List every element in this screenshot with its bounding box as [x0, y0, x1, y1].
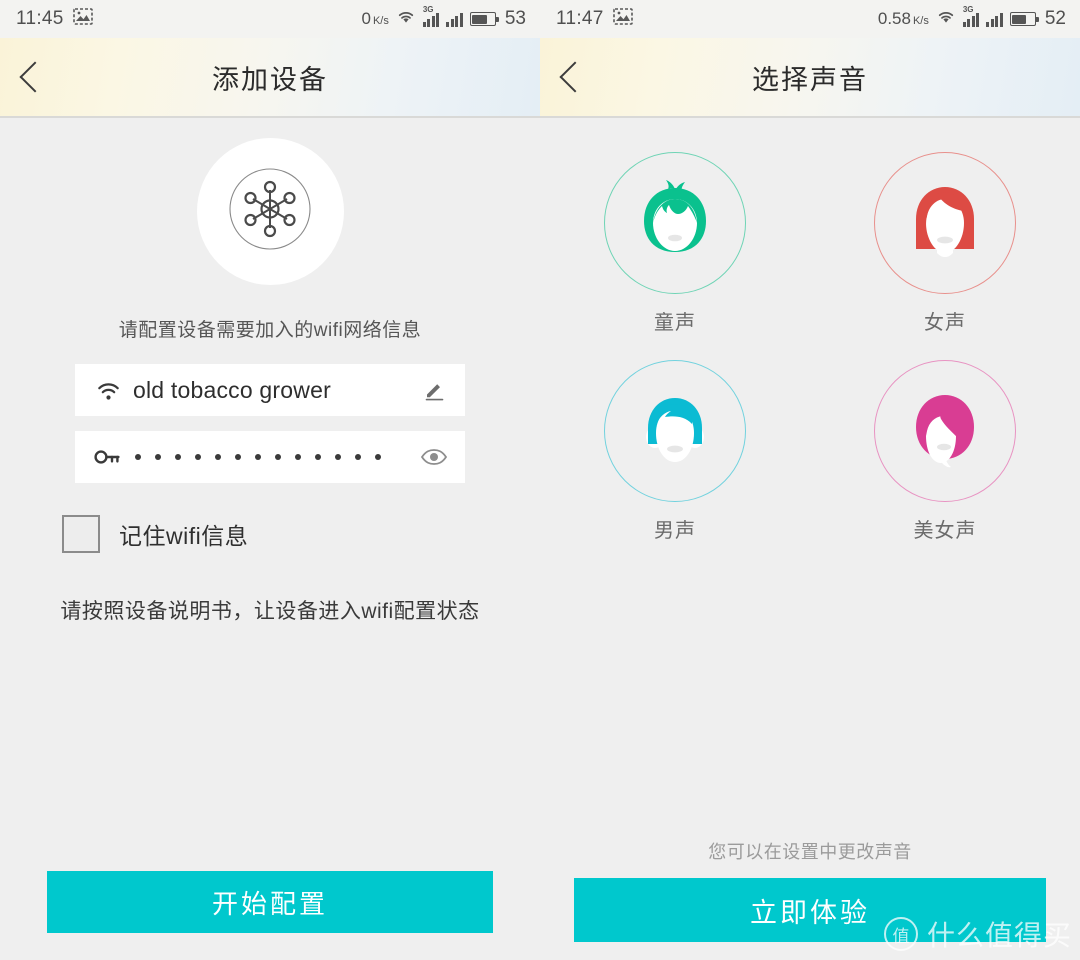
password-masked-value — [135, 454, 381, 460]
wifi-icon — [936, 9, 956, 29]
voice-option-woman[interactable]: 女声 — [810, 152, 1080, 335]
signal-bars-icon — [446, 12, 463, 27]
wifi-name-value: old tobacco grower — [133, 376, 331, 403]
network-speed-value: 0.58 — [877, 9, 911, 28]
voice-option-label: 男声 — [654, 520, 696, 542]
voice-option-grid: 童声 女声 男声 美女声 — [540, 118, 1080, 543]
child-avatar-icon — [619, 165, 731, 282]
voice-option-beauty[interactable]: 美女声 — [810, 360, 1080, 543]
remember-wifi-row[interactable]: 记住wifi信息 — [62, 515, 540, 553]
eye-icon[interactable] — [417, 448, 451, 466]
image-icon — [72, 8, 93, 30]
chevron-left-icon — [19, 61, 51, 93]
avatar-ring — [874, 360, 1016, 502]
status-time: 11:47 — [556, 8, 604, 29]
signal-3g-icon: 3G — [422, 5, 440, 27]
signal-3g-label: 3G — [962, 4, 974, 14]
status-bar-right: 11:47 0.58 K/s 3G 52 — [540, 0, 1080, 38]
voice-option-child[interactable]: 童声 — [540, 152, 810, 335]
beauty-avatar-icon — [889, 373, 1001, 490]
device-instruction-note: 请按照设备说明书，让设备进入wifi配置状态 — [60, 600, 480, 623]
avatar-ring — [604, 360, 746, 502]
settings-hint-text: 您可以在设置中更改声音 — [708, 842, 912, 862]
battery-icon — [469, 12, 499, 26]
network-speed-value: 0 — [361, 9, 371, 28]
status-time: 11:45 — [16, 8, 64, 29]
key-icon — [93, 447, 123, 467]
signal-3g-label: 3G — [422, 4, 434, 14]
network-hub-icon — [226, 165, 314, 258]
network-speed-unit: K/s — [912, 15, 929, 27]
title-bar-right: 选择声音 — [540, 38, 1080, 118]
network-speed-unit: K/s — [372, 15, 389, 27]
back-button[interactable] — [0, 38, 70, 116]
signal-3g-icon: 3G — [962, 5, 980, 27]
add-device-body: 请配置设备需要加入的wifi网络信息 old tobacco grower 记住… — [0, 138, 540, 625]
wifi-icon — [396, 9, 416, 29]
device-icon-badge — [196, 138, 344, 285]
voice-option-label: 女声 — [924, 312, 966, 334]
remember-wifi-label: 记住wifi信息 — [119, 523, 249, 549]
pencil-edit-icon[interactable] — [417, 378, 451, 402]
status-right-cluster: 0.58 K/s 3G 52 — [878, 5, 1066, 30]
woman-avatar-icon — [889, 165, 1001, 282]
remember-wifi-checkbox[interactable] — [62, 515, 100, 553]
battery-icon — [1009, 12, 1039, 26]
battery-percent: 52 — [1044, 8, 1066, 29]
dual-screenshot-container: 11:45 0 K/s 3G 53 添加设备 请配置设备需要加入的wifi网络信… — [0, 0, 1080, 960]
avatar-ring — [604, 152, 746, 294]
start-config-button[interactable]: 开始配置 — [47, 871, 493, 933]
wifi-icon — [93, 380, 123, 401]
voice-option-label: 童声 — [654, 312, 696, 334]
wifi-password-field[interactable] — [75, 431, 465, 483]
try-now-button[interactable]: 立即体验 — [574, 878, 1046, 942]
status-bar-left: 11:45 0 K/s 3G 53 — [0, 0, 540, 38]
image-icon — [612, 8, 633, 30]
title-bar-left: 添加设备 — [0, 38, 540, 118]
back-button[interactable] — [540, 38, 610, 116]
chevron-left-icon — [559, 61, 591, 93]
signal-bars-icon — [986, 12, 1003, 27]
wifi-hint-text: 请配置设备需要加入的wifi网络信息 — [118, 320, 422, 341]
wifi-name-field[interactable]: old tobacco grower — [75, 364, 465, 416]
battery-percent: 53 — [504, 8, 526, 29]
network-speed: 0 K/s — [361, 9, 388, 29]
network-speed: 0.58 K/s — [878, 9, 929, 29]
screen-select-voice: 11:47 0.58 K/s 3G 52 选择声音 童声 女声 男声 美女声 您… — [540, 0, 1080, 960]
man-avatar-icon — [619, 373, 731, 490]
status-right-cluster: 0 K/s 3G 53 — [361, 5, 526, 30]
page-title: 添加设备 — [212, 64, 328, 95]
page-title: 选择声音 — [752, 64, 868, 95]
voice-option-man[interactable]: 男声 — [540, 360, 810, 543]
screen-add-device: 11:45 0 K/s 3G 53 添加设备 请配置设备需要加入的wifi网络信… — [0, 0, 540, 960]
avatar-ring — [874, 152, 1016, 294]
voice-option-label: 美女声 — [913, 520, 977, 542]
